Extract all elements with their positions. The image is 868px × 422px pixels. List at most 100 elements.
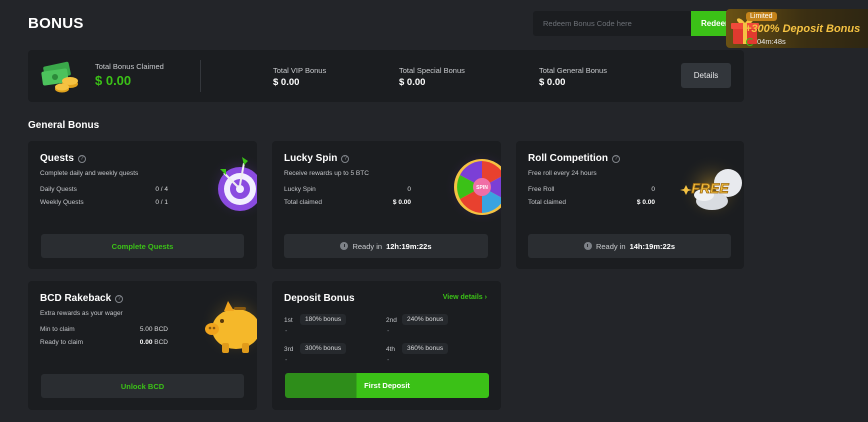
- row-value: 0: [407, 186, 411, 193]
- clock-icon: [583, 242, 592, 250]
- help-icon[interactable]: ?: [77, 154, 86, 163]
- general-bonus-heading: General Bonus: [28, 120, 100, 131]
- bcd-rakeback-title: BCD Rakeback ?: [40, 293, 124, 304]
- total-general-bonus-label: Total General Bonus: [539, 66, 607, 75]
- roll-competition-card: FREE Roll Competition ? Free roll every …: [516, 141, 744, 269]
- promo-timer: 04m:48s: [746, 37, 786, 46]
- details-button[interactable]: Details: [681, 63, 731, 88]
- ready-label: Ready in: [595, 241, 626, 251]
- redeem-code-input[interactable]: [533, 11, 691, 36]
- daily-quests-row: Daily Quests 0 / 4: [40, 186, 168, 193]
- bcd-rakeback-title-text: BCD Rakeback: [40, 293, 112, 304]
- money-stack-icon: [41, 61, 78, 93]
- tier-rank: 4th: [386, 346, 396, 353]
- roll-competition-title-text: Roll Competition: [528, 153, 608, 164]
- lucky-spin-title-text: Lucky Spin: [284, 153, 338, 164]
- lucky-spin-subtitle: Receive rewards up to 5 BTC: [284, 170, 369, 177]
- total-general-bonus-value: $ 0.00: [539, 77, 566, 88]
- help-icon[interactable]: ?: [341, 154, 350, 163]
- tier-rank: 1st: [284, 317, 293, 324]
- row-label: Weekly Quests: [40, 199, 84, 206]
- row-value-amount: 0.00: [139, 339, 153, 346]
- row-label: Ready to claim: [40, 339, 83, 346]
- view-details-text: View details: [442, 294, 483, 301]
- tier-bonus: 360% bonus: [402, 343, 449, 354]
- total-vip-bonus-value: $ 0.00: [273, 77, 300, 88]
- row-value: 0: [651, 186, 655, 193]
- total-bonus-claimed-value: $ 0.00: [95, 73, 132, 88]
- promo-text: +300% Deposit Bonus: [745, 23, 861, 35]
- row-value: $ 0.00: [392, 199, 411, 206]
- row-value: 0 / 1: [155, 199, 168, 206]
- quests-title: Quests ?: [40, 153, 86, 164]
- min-to-claim-row: Min to claim 5.00 BCD: [40, 326, 168, 333]
- roll-competition-subtitle: Free roll every 24 hours: [528, 170, 597, 177]
- total-bonus-claimed-label: Total Bonus Claimed: [95, 62, 164, 71]
- free-coins-icon: FREE: [678, 155, 744, 223]
- page-title: BONUS: [28, 15, 84, 32]
- row-label: Free Roll: [528, 186, 555, 193]
- tier-value: -: [387, 328, 390, 335]
- bcd-rakeback-subtitle: Extra rewards as your wager: [40, 310, 123, 317]
- row-value: 5.00 BCD: [139, 326, 168, 333]
- tier-rank: 3rd: [284, 346, 294, 353]
- free-art-text: FREE: [691, 180, 729, 196]
- row-label: Total claimed: [528, 199, 566, 206]
- ready-time: 14h:19m:22s: [629, 241, 676, 251]
- free-roll-row: Free Roll 0: [528, 186, 655, 193]
- dart-target-icon: [206, 153, 257, 217]
- row-value: $ 0.00: [636, 199, 655, 206]
- ready-label: Ready in: [352, 241, 383, 251]
- quests-subtitle: Complete daily and weekly quests: [40, 170, 139, 177]
- lucky-spin-row: Lucky Spin 0: [284, 186, 411, 193]
- roll-ready-button[interactable]: Ready in 14h:19m:22s: [528, 234, 731, 258]
- row-label: Min to claim: [40, 326, 75, 333]
- promo-limited-badge: Limited: [746, 12, 777, 21]
- row-value-unit: BCD: [154, 339, 168, 346]
- first-deposit-button[interactable]: First Deposit: [285, 373, 489, 398]
- help-icon[interactable]: ?: [612, 154, 620, 163]
- promo-timer-value: 04m:48s: [757, 37, 786, 46]
- tier-rank: 2nd: [386, 317, 397, 324]
- svg-text:SPIN: SPIN: [476, 185, 488, 191]
- spin-wheel-icon: SPIN: [444, 149, 501, 225]
- tier-bonus: 300% bonus: [300, 343, 347, 354]
- row-label: Lucky Spin: [284, 186, 316, 193]
- lucky-spin-title: Lucky Spin ?: [284, 153, 350, 164]
- total-vip-bonus-label: Total VIP Bonus: [273, 66, 327, 75]
- deposit-bonus-title: Deposit Bonus: [284, 293, 355, 304]
- deposit-bonus-card: Deposit Bonus View details › 1st 180% bo…: [272, 281, 501, 410]
- total-special-bonus-value: $ 0.00: [399, 77, 426, 88]
- piggy-bank-icon: [200, 289, 257, 361]
- tier-value: -: [285, 328, 288, 335]
- row-value: 0.00 BCD: [140, 339, 168, 346]
- summary-divider: [200, 60, 201, 92]
- bcd-rakeback-card: BCD Rakeback ? Extra rewards as your wag…: [28, 281, 257, 410]
- ready-to-claim-row: Ready to claim 0.00 BCD: [40, 339, 168, 346]
- timer-icon: [746, 37, 754, 46]
- help-icon[interactable]: ?: [115, 294, 124, 303]
- row-label: Total claimed: [284, 199, 322, 206]
- lucky-spin-card: SPIN Lucky Spin ? Receive rewards up to …: [272, 141, 501, 269]
- weekly-quests-row: Weekly Quests 0 / 1: [40, 199, 168, 206]
- bonus-summary: Total Bonus Claimed $ 0.00 Total VIP Bon…: [28, 50, 744, 102]
- tier-value: -: [387, 357, 390, 364]
- row-label: Daily Quests: [40, 186, 77, 193]
- lucky-spin-total-row: Total claimed $ 0.00: [284, 199, 411, 206]
- ready-time: 12h:19m:22s: [386, 241, 432, 251]
- chevron-right-icon: ›: [484, 294, 487, 301]
- promo-banner[interactable]: Limited +300% Deposit Bonus 04m:48s: [726, 9, 868, 48]
- roll-total-row: Total claimed $ 0.00: [528, 199, 655, 206]
- quests-card: Quests ? Complete daily and weekly quest…: [28, 141, 257, 269]
- tier-bonus: 240% bonus: [402, 314, 449, 325]
- total-special-bonus-label: Total Special Bonus: [399, 66, 465, 75]
- unlock-bcd-button[interactable]: Unlock BCD: [41, 374, 244, 398]
- tier-value: -: [285, 357, 288, 364]
- clock-icon: [340, 242, 349, 250]
- complete-quests-button[interactable]: Complete Quests: [41, 234, 244, 258]
- quests-title-text: Quests: [40, 153, 74, 164]
- row-value: 0 / 4: [155, 186, 168, 193]
- view-details-link[interactable]: View details ›: [443, 294, 487, 301]
- lucky-spin-ready-button[interactable]: Ready in 12h:19m:22s: [284, 234, 488, 258]
- roll-competition-title: Roll Competition ?: [528, 153, 620, 164]
